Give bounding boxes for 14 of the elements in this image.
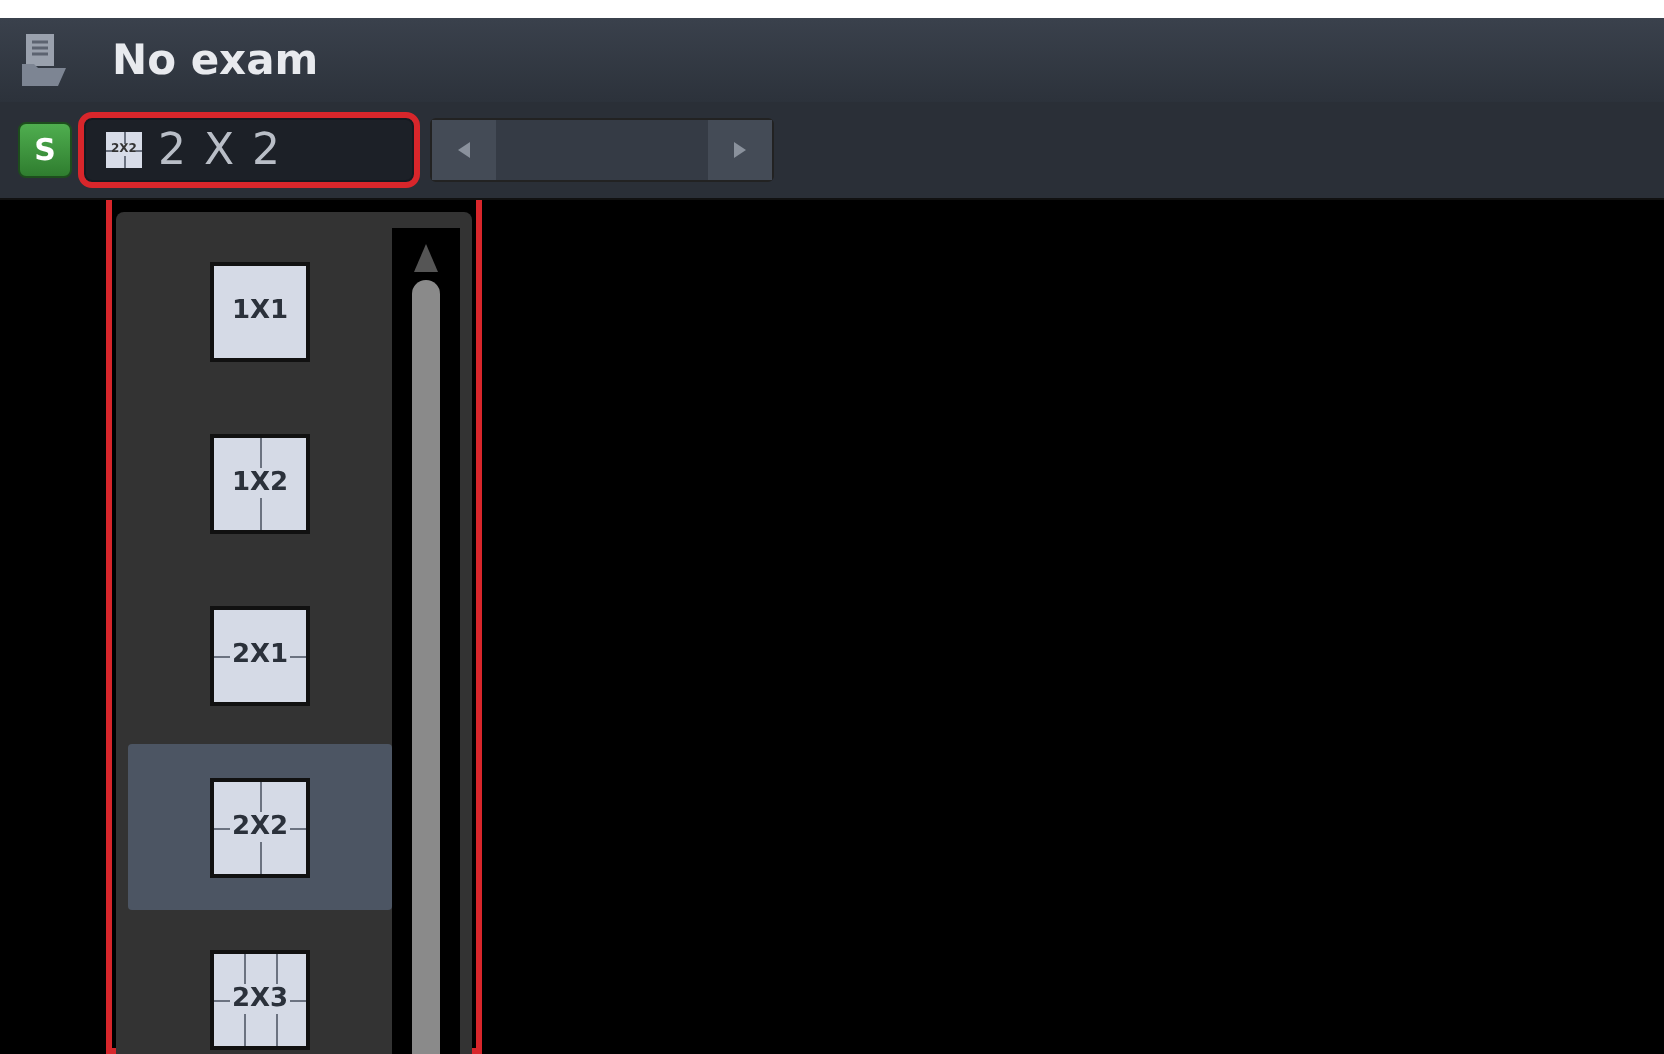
layout-option[interactable]: 1X2 (128, 400, 392, 566)
layout-option[interactable]: 1X1 (128, 228, 392, 394)
scroll-left-icon[interactable] (432, 120, 496, 180)
s-button[interactable]: S (18, 122, 72, 178)
layout-option[interactable]: 2X3 (128, 916, 392, 1054)
document-folder-icon[interactable] (20, 32, 72, 88)
layout-option[interactable]: 2X1 (128, 572, 392, 738)
horizontal-scrollbar[interactable] (430, 118, 774, 182)
exam-title: No exam (112, 36, 319, 84)
vertical-scrollbar[interactable] (392, 228, 460, 1054)
scroll-right-icon[interactable] (708, 120, 772, 180)
layout-option[interactable]: 2X2 (128, 744, 392, 910)
scroll-up-icon[interactable] (414, 244, 438, 272)
scroll-thumb[interactable] (412, 280, 440, 1054)
